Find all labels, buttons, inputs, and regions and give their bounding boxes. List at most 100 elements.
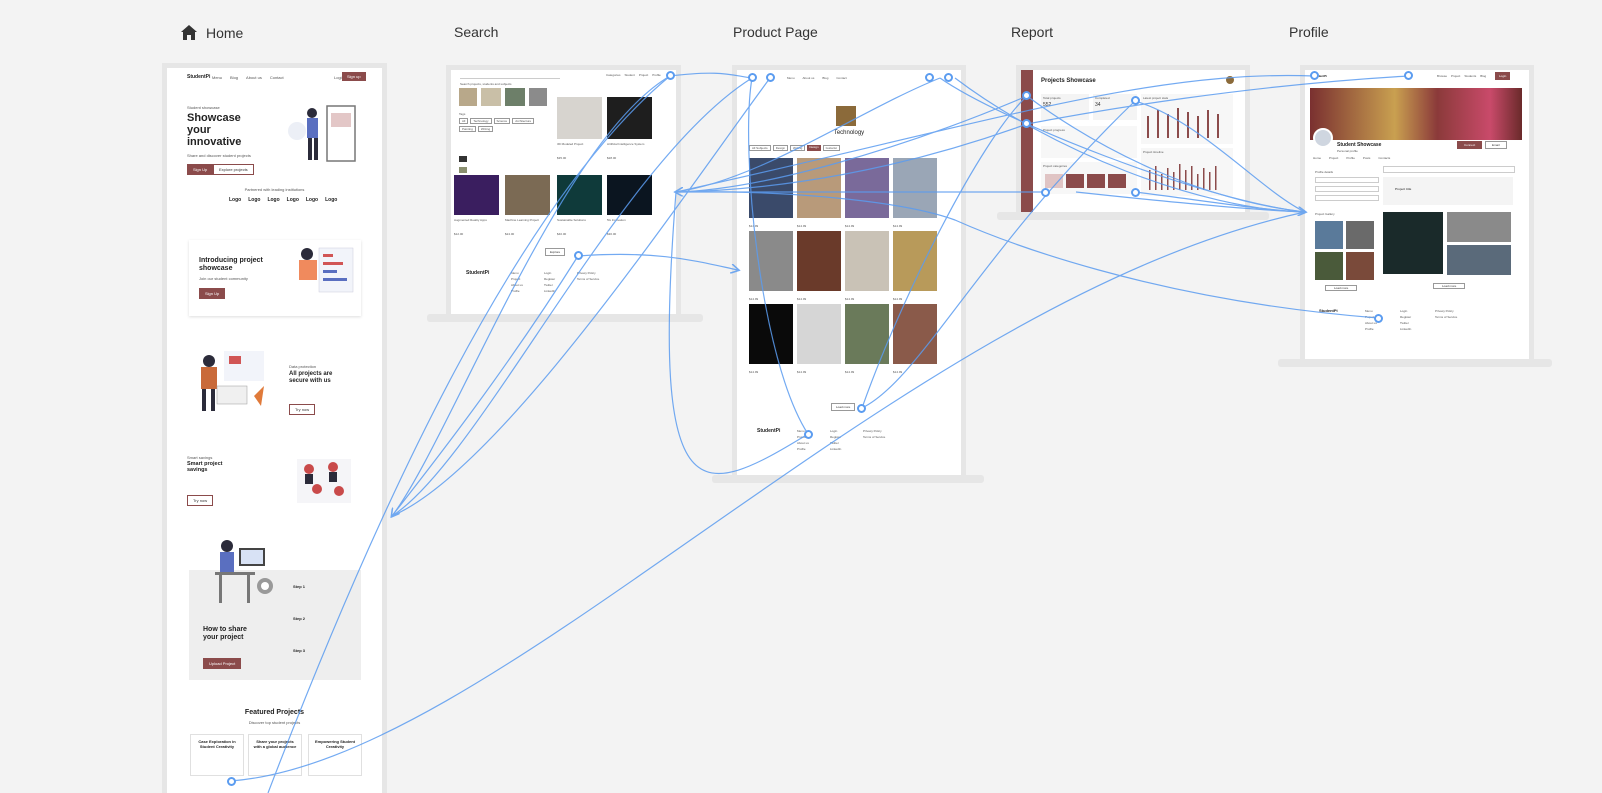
interaction-hotspot[interactable] xyxy=(1131,188,1140,197)
featured-card[interactable]: Share your projects with a global audien… xyxy=(249,735,301,775)
footer-link[interactable]: Terms of Service xyxy=(1435,314,1457,320)
security-try-button[interactable]: Try now xyxy=(289,404,316,415)
tab-profile[interactable]: Profile xyxy=(1346,156,1355,160)
product-thumbnail[interactable] xyxy=(893,231,937,291)
tag-chip[interactable]: Painting xyxy=(459,126,476,132)
interaction-hotspot[interactable] xyxy=(804,430,813,439)
post-input[interactable]: Share details of your project xyxy=(1383,166,1515,181)
nav-item[interactable]: Contact xyxy=(836,76,846,80)
featured-card[interactable]: Case Exploration in Student Creativity xyxy=(191,735,243,775)
load-more-button[interactable]: Load more xyxy=(831,403,856,411)
explore-button[interactable]: Explore xyxy=(545,248,566,256)
search-frame[interactable]: Search projects, students and subjects C… xyxy=(451,70,676,314)
footer-link[interactable]: LinkedIn xyxy=(830,446,841,452)
product-thumbnail[interactable] xyxy=(749,231,793,291)
interaction-hotspot[interactable] xyxy=(857,404,866,413)
post-image[interactable] xyxy=(1447,245,1511,275)
gallery-image[interactable] xyxy=(1315,221,1343,249)
product-frame[interactable]: Menu About us Blog Contact Technology Al… xyxy=(737,70,961,475)
product-thumbnail[interactable] xyxy=(797,231,841,291)
product-thumbnail[interactable] xyxy=(797,158,841,218)
nav-item[interactable]: Menu xyxy=(787,76,795,80)
footer-brand[interactable]: StudentPi xyxy=(466,270,489,276)
login-button[interactable]: Login xyxy=(1495,72,1511,80)
gallery-image[interactable] xyxy=(1315,252,1343,280)
nav-item[interactable]: Project xyxy=(1451,74,1460,78)
connect-button[interactable]: Connect xyxy=(1457,141,1483,149)
tag-chip[interactable]: Science xyxy=(493,118,511,124)
product-thumbnail[interactable] xyxy=(749,158,793,218)
gallery-image[interactable] xyxy=(1346,252,1374,280)
footer-link[interactable]: Terms of Service xyxy=(863,434,885,440)
interaction-hotspot[interactable] xyxy=(1310,71,1319,80)
interaction-hotspot[interactable] xyxy=(1022,91,1031,100)
gallery-load-more-button[interactable]: Load more xyxy=(1325,285,1358,291)
footer-link[interactable]: Profile xyxy=(797,446,809,452)
tag-chip[interactable]: Technology xyxy=(470,118,492,124)
tag-chip[interactable]: Writing xyxy=(477,126,494,132)
nav-item[interactable]: Contact xyxy=(270,75,284,80)
search-input[interactable]: Search projects, students and subjects xyxy=(460,72,560,86)
hero-explore-button[interactable]: Explore projects xyxy=(213,164,254,175)
product-thumbnail[interactable] xyxy=(845,304,889,364)
nav-item[interactable]: About us xyxy=(246,75,262,80)
signup-button[interactable]: Sign up xyxy=(342,72,366,81)
avatar[interactable] xyxy=(1226,76,1234,84)
tab-posts[interactable]: Posts xyxy=(1363,156,1371,160)
tab-contacts[interactable]: Contacts xyxy=(1378,156,1390,160)
product-thumbnail[interactable] xyxy=(893,304,937,364)
interaction-hotspot[interactable] xyxy=(1041,188,1050,197)
product-thumbnail[interactable] xyxy=(845,231,889,291)
tag-chip[interactable]: Architecture xyxy=(512,118,535,124)
filter-chip[interactable]: Design xyxy=(807,145,821,151)
intro-signup-button[interactable]: Sign Up xyxy=(199,288,226,299)
filter-chip[interactable]: Guitarist xyxy=(822,145,840,151)
product-thumbnail[interactable] xyxy=(797,304,841,364)
nav-item[interactable]: Menu xyxy=(212,75,222,80)
nav-item[interactable]: About us xyxy=(803,76,815,80)
interaction-hotspot[interactable] xyxy=(227,777,236,786)
footer-link[interactable]: Terms of Service xyxy=(577,276,599,282)
tag-chip[interactable]: All xyxy=(459,118,469,124)
avatar[interactable] xyxy=(1313,128,1333,148)
interaction-hotspot[interactable] xyxy=(766,73,775,82)
footer-link[interactable]: Profile xyxy=(511,288,523,294)
nav-item[interactable]: Project xyxy=(639,73,648,77)
interaction-hotspot[interactable] xyxy=(574,251,583,260)
nav-item[interactable]: Student xyxy=(625,73,635,77)
post-image[interactable] xyxy=(1447,212,1511,242)
project-card-image[interactable] xyxy=(454,175,499,215)
email-button[interactable]: Email xyxy=(1485,141,1507,149)
project-card-image[interactable] xyxy=(607,175,652,215)
interaction-hotspot[interactable] xyxy=(748,73,757,82)
post-image[interactable] xyxy=(1383,212,1443,274)
filter-chip[interactable]: Design xyxy=(772,145,789,151)
interaction-hotspot[interactable] xyxy=(666,71,675,80)
project-card-image[interactable] xyxy=(557,175,602,215)
savings-try-button[interactable]: Try now xyxy=(187,495,214,506)
nav-item[interactable]: Profile xyxy=(652,73,661,77)
upload-project-button[interactable]: Upload Project xyxy=(203,658,242,669)
tab-project[interactable]: Project xyxy=(1329,156,1338,160)
home-frame[interactable]: StudentPi Menu Blog About us Contact Log… xyxy=(167,68,382,793)
nav-item[interactable]: Browse xyxy=(1437,74,1447,78)
brand-logo[interactable]: StudentPi xyxy=(187,74,210,80)
hero-signup-button[interactable]: Sign Up xyxy=(187,164,214,175)
product-thumbnail[interactable] xyxy=(749,304,793,364)
footer-link[interactable]: LinkedIn xyxy=(544,288,555,294)
interaction-hotspot[interactable] xyxy=(1404,71,1413,80)
interaction-hotspot[interactable] xyxy=(1022,119,1031,128)
footer-link[interactable]: Profile xyxy=(1365,326,1377,332)
interaction-hotspot[interactable] xyxy=(925,73,934,82)
gallery-image[interactable] xyxy=(1346,221,1374,249)
interaction-hotspot[interactable] xyxy=(1131,96,1140,105)
nav-item[interactable]: Categories xyxy=(606,73,621,77)
product-thumbnail[interactable] xyxy=(893,158,937,218)
nav-item[interactable]: Blog xyxy=(230,75,238,80)
featured-card[interactable]: Empowering Student Creativity xyxy=(309,735,361,775)
project-card-image[interactable] xyxy=(607,97,652,139)
footer-brand[interactable]: StudentPi xyxy=(757,428,780,434)
interaction-hotspot[interactable] xyxy=(1374,314,1383,323)
nav-item[interactable]: Blog xyxy=(1480,74,1486,78)
interaction-hotspot[interactable] xyxy=(944,73,953,82)
